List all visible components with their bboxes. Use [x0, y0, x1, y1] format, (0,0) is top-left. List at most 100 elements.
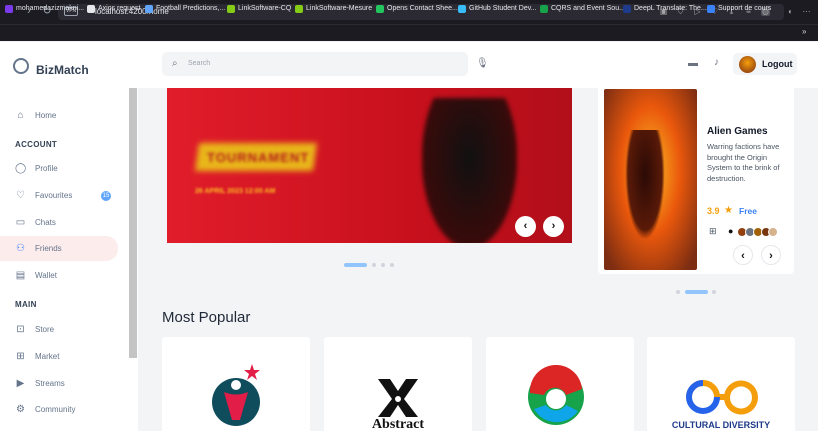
avatar[interactable] — [739, 56, 756, 73]
game-next-button[interactable]: › — [761, 245, 781, 265]
section-main: MAIN — [15, 300, 37, 309]
sidebar-item-label: Favourites — [35, 190, 73, 200]
bookmark-item[interactable]: DeepL Translate: The... — [623, 3, 707, 14]
bookmark-label: GitHub Student Dev... — [469, 5, 537, 12]
game-title[interactable]: Alien Games — [707, 126, 768, 137]
game-price: Free — [739, 206, 757, 216]
game-dot-active[interactable] — [685, 290, 708, 294]
bookmark-item[interactable]: Football Predictions,... — [145, 3, 225, 14]
messages-icon[interactable]: ▬ — [688, 58, 698, 69]
game-description: Warring factions have brought the Origin… — [707, 142, 780, 183]
heart-icon: ♡ — [16, 189, 25, 201]
sidebar-item-home[interactable]: ⌂ Home — [0, 102, 120, 128]
sidebar-item-profile[interactable]: ◯ Profile — [0, 155, 120, 181]
sidebar-item-streams[interactable]: ▶ Streams — [0, 370, 120, 396]
hero-banner[interactable]: TOURNAMENT 26 APRIL 2023 12:00 AM — [167, 88, 572, 243]
logo-1 — [212, 364, 260, 426]
bookmark-item[interactable]: LinkSoftware-Mesure — [295, 3, 372, 14]
home-icon: ⌂ — [17, 109, 24, 121]
bookmark-favicon — [295, 4, 303, 13]
game-dot[interactable] — [676, 290, 680, 294]
popular-card[interactable] — [162, 337, 310, 431]
friends-icon: ⚇ — [16, 242, 25, 254]
bookmarks-bar — [0, 24, 818, 41]
player-avatar — [768, 227, 778, 237]
bookmark-item[interactable]: LinkSoftware-CQ — [227, 3, 291, 14]
bookmark-favicon — [145, 4, 153, 13]
wallet-icon: ▤ — [15, 269, 26, 281]
bookmark-label: LinkSoftware-CQ — [238, 5, 292, 12]
windows-icon: ⊞ — [709, 226, 717, 236]
card-caption: Abstract — [371, 417, 425, 431]
banner-next-button[interactable]: › — [543, 216, 564, 237]
bookmark-favicon — [623, 4, 631, 13]
sphere-logo — [528, 365, 584, 425]
bookmark-favicon — [87, 4, 95, 13]
bookmark-label: Axios request — [98, 5, 141, 12]
bookmark-label: CQRS and Event Sou... — [551, 5, 625, 12]
search-icon: ⌕ — [172, 58, 178, 69]
banner-character-image — [422, 98, 517, 243]
bookmark-favicon — [376, 4, 384, 13]
bookmark-favicon — [5, 4, 13, 13]
menu-icon[interactable]: ⋯ — [802, 7, 811, 16]
sidebar-item-chats[interactable]: ▭ Chats — [0, 209, 120, 235]
card-caption: CULTURAL DIVERSITY — [671, 420, 771, 430]
game-prev-button[interactable]: ‹ — [733, 245, 753, 265]
bookmark-item[interactable]: Support de cours — [707, 3, 771, 14]
sidebar-item-label: Streams — [35, 378, 65, 388]
section-account: ACCOUNT — [15, 140, 58, 149]
sidebar-scrollbar[interactable] — [129, 88, 137, 358]
bookmark-label: Opens Contact Shee... — [387, 5, 458, 12]
banner-dot[interactable] — [381, 263, 385, 267]
sidebar-item-label: Market — [35, 351, 60, 361]
bookmark-item[interactable]: Axios request — [87, 3, 140, 14]
bookmark-favicon — [540, 4, 548, 13]
sidebar-item-community[interactable]: ⚙ Community — [0, 396, 120, 422]
bookmark-item[interactable]: Opens Contact Shee... — [376, 3, 458, 14]
apple-icon: ● — [728, 226, 734, 236]
banner-subline: 26 APRIL 2023 12:00 AM — [195, 188, 276, 195]
banner-dot-active[interactable] — [344, 263, 367, 267]
sidebar-item-label: Friends — [35, 243, 62, 253]
bookmark-favicon — [458, 4, 466, 13]
cart-icon: ⊞ — [16, 350, 25, 362]
microphone-icon[interactable]: 🎙︎ — [476, 58, 489, 69]
bookmark-item[interactable]: GitHub Student Dev... — [458, 3, 537, 14]
brand-name[interactable]: BizMatch — [36, 63, 89, 77]
logout-label[interactable]: Logout — [762, 59, 793, 69]
sidebar-item-store[interactable]: ⊡ Store — [0, 316, 120, 342]
popular-card[interactable] — [486, 337, 634, 431]
brand-logo-icon[interactable] — [13, 58, 29, 74]
banner-prev-button[interactable]: ‹ — [515, 216, 536, 237]
account-icon[interactable]: ◐ — [786, 7, 795, 16]
store-icon: ⊡ — [16, 323, 25, 335]
bookmarks-overflow-icon[interactable]: » — [802, 27, 806, 36]
star-icon: ★ — [724, 205, 733, 216]
bookmark-favicon — [227, 4, 235, 13]
sidebar-item-market[interactable]: ⊞ Market — [0, 343, 120, 369]
banner-dot[interactable] — [390, 263, 394, 267]
banner-headline: TOURNAMENT — [207, 150, 310, 165]
bookmark-item[interactable]: CQRS and Event Sou... — [540, 3, 625, 14]
sidebar-item-wallet[interactable]: ▤ Wallet — [0, 262, 120, 288]
bell-icon[interactable]: ♪ — [714, 57, 719, 68]
popular-card[interactable]: Abstract — [324, 337, 472, 431]
bookmark-favicon — [707, 4, 715, 13]
search-placeholder[interactable]: Search — [188, 60, 210, 67]
bookmark-label: Support de cours — [718, 5, 772, 12]
banner-dot[interactable] — [372, 263, 376, 267]
section-title-most-popular: Most Popular — [162, 309, 251, 326]
popular-card[interactable]: CULTURAL DIVERSITY — [647, 337, 795, 431]
sidebar-item-label: Wallet — [35, 270, 57, 280]
game-character-silhouette — [625, 130, 665, 240]
sidebar-item-friends[interactable]: ⚇ Friends — [0, 235, 120, 261]
game-rating: 3.9 — [707, 206, 720, 216]
chat-icon: ▭ — [15, 216, 26, 228]
favourites-count-badge: 15 — [101, 191, 111, 201]
abstract-logo-mark — [378, 379, 418, 417]
bookmark-item[interactable]: mohamedazizmakni... — [5, 3, 84, 14]
bookmark-label: Football Predictions,... — [156, 5, 226, 12]
bookmark-label: mohamedazizmakni... — [16, 5, 85, 12]
game-dot[interactable] — [712, 290, 716, 294]
